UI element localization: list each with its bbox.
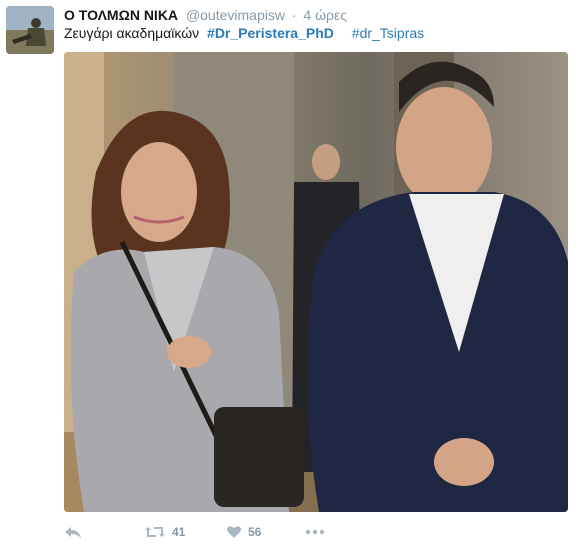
reply-icon	[65, 527, 81, 538]
tweet-timestamp[interactable]: 4 ώρες	[303, 7, 347, 23]
more-icon	[305, 529, 325, 535]
like-count: 56	[248, 525, 262, 539]
tweet-photo[interactable]	[64, 52, 568, 512]
photo-illustration	[64, 52, 568, 512]
hashtag-dr-tsipras[interactable]: #dr_Tsipras	[352, 25, 424, 41]
retweet-icon	[145, 527, 165, 537]
tweet-text: Ζευγάρι ακαδημαϊκών #Dr_Peristera_PhD #d…	[64, 24, 424, 42]
hashtag-dr-peristera[interactable]: #Dr_Peristera_PhD	[207, 25, 334, 41]
avatar[interactable]	[6, 6, 54, 54]
retweet-button[interactable]: 41	[144, 520, 185, 544]
tweet-body: Ζευγάρι ακαδημαϊκών	[64, 25, 200, 41]
display-name[interactable]: Ο ΤΟΛΜΩΝ ΝΙΚΑ	[64, 7, 178, 23]
reply-button[interactable]	[64, 520, 82, 544]
user-handle[interactable]: @outevimapisw	[186, 7, 285, 23]
separator-dot: ·	[291, 7, 297, 23]
tweet-actions: 41 56	[64, 520, 364, 544]
tweet-header: Ο ΤΟΛΜΩΝ ΝΙΚΑ @outevimapisw · 4 ώρες	[64, 6, 571, 26]
heart-icon	[227, 526, 241, 538]
retweet-count: 41	[172, 525, 186, 539]
more-button[interactable]	[304, 520, 326, 544]
like-button[interactable]: 56	[226, 520, 261, 544]
